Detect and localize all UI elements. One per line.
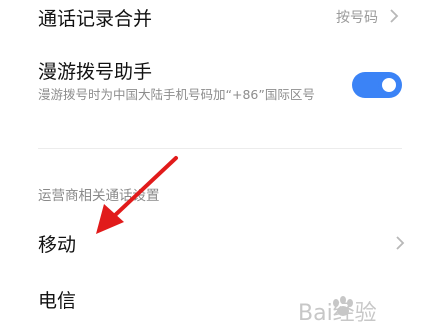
watermark-text: Bai经验 [298,301,377,326]
baidu-watermark: Bai经验 [294,289,434,326]
annotation-arrow [96,156,178,234]
